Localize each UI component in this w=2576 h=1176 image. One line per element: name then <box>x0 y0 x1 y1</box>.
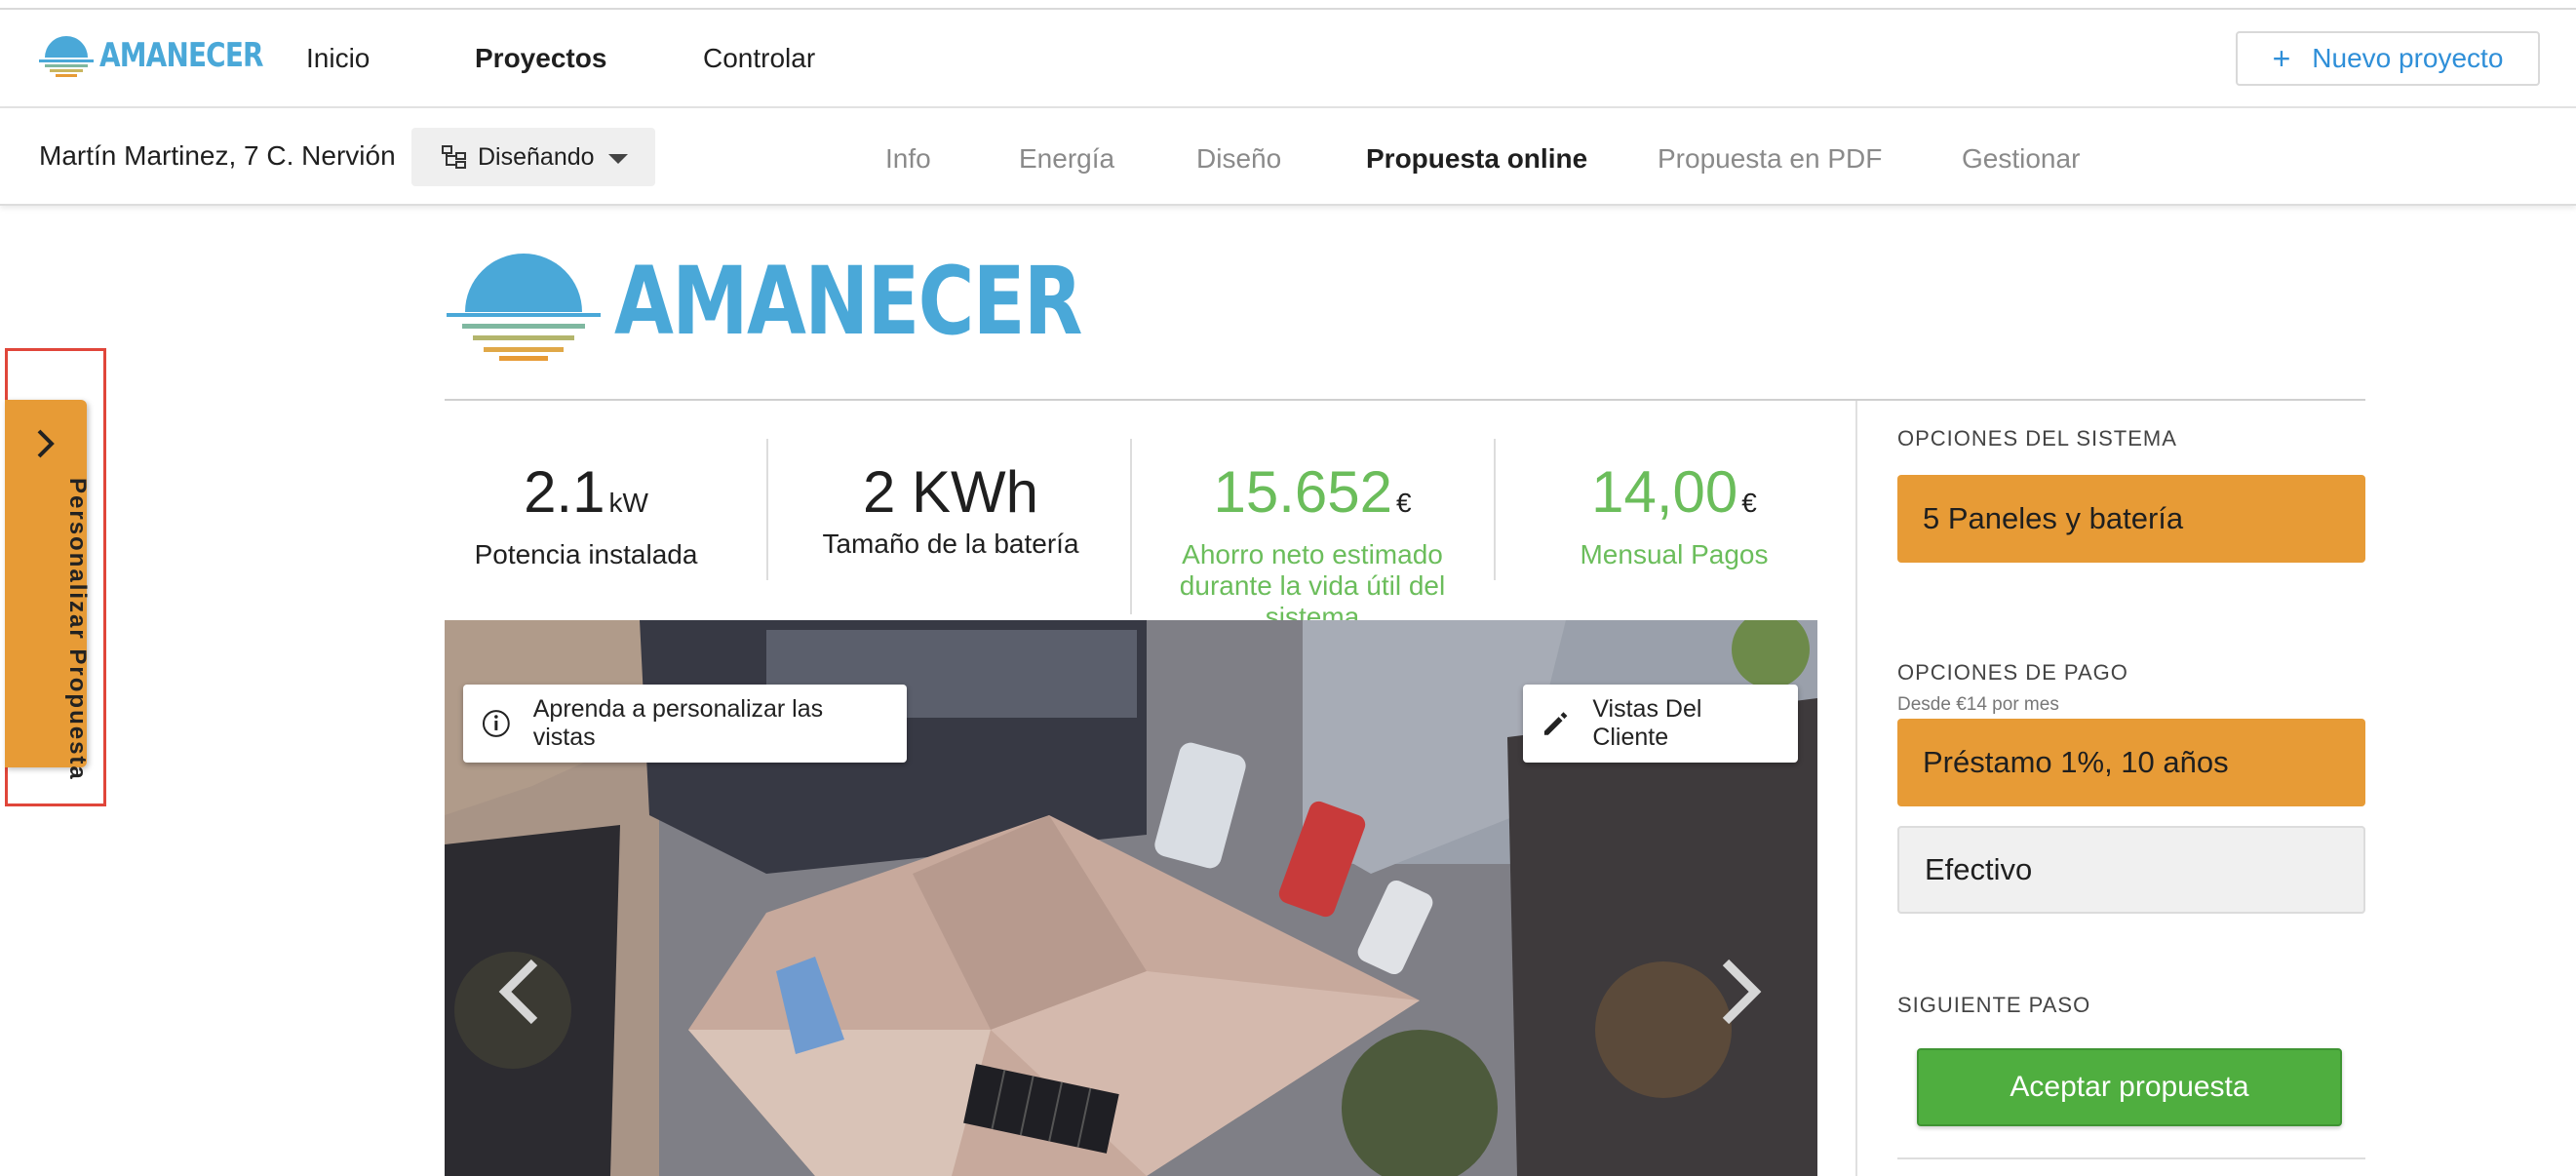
learn-views-label: Aprenda a personalizar las vistas <box>532 695 824 751</box>
payment-option-loan[interactable]: Préstamo 1%, 10 años <box>1897 719 2365 806</box>
sunrise-logo-icon <box>39 36 94 77</box>
divider <box>1897 1157 2365 1159</box>
hierarchy-icon <box>442 145 466 169</box>
stat-value: 15.652 € <box>1213 459 1412 525</box>
customize-proposal-label: Personalizar Propuesta <box>64 478 91 781</box>
payment-option-cash[interactable]: Efectivo <box>1897 826 2365 914</box>
client-views-button[interactable]: Vistas Del Cliente <box>1523 685 1798 763</box>
project-bar: Martín Martinez, 7 C. Nervión Diseñando … <box>0 108 2576 206</box>
stat-installed-power: 2.1 kW Potencia instalada <box>445 458 727 570</box>
tab-info[interactable]: Info <box>885 143 931 175</box>
brand-logo[interactable]: AMANECER <box>39 33 299 78</box>
tab-diseno[interactable]: Diseño <box>1196 143 1281 175</box>
plus-icon: + <box>2272 40 2291 76</box>
proposal-brand-logo: AMANECER <box>447 242 1184 361</box>
payment-options-subtitle: Desde €14 por mes <box>1897 694 2059 715</box>
new-project-button[interactable]: + Nuevo proyecto <box>2236 31 2540 86</box>
divider <box>445 399 2365 401</box>
pencil-icon <box>1543 712 1568 735</box>
stat-label: Ahorro neto estimado durante la vida úti… <box>1179 539 1446 632</box>
next-arrow-icon[interactable] <box>1718 957 1765 1027</box>
info-icon <box>482 710 510 737</box>
project-address: Martín Martinez, 7 C. Nervión <box>39 140 396 171</box>
brand-name: AMANECER <box>99 36 264 75</box>
tab-gestionar[interactable]: Gestionar <box>1962 143 2080 175</box>
stat-label: Potencia instalada <box>474 539 698 569</box>
previous-arrow-icon[interactable] <box>495 957 542 1027</box>
accept-proposal-button[interactable]: Aceptar propuesta <box>1917 1048 2342 1126</box>
stat-battery-size: 2 KWh Tamaño de la batería <box>800 458 1102 560</box>
stat-value: 14,00 € <box>1591 459 1757 525</box>
learn-views-button[interactable]: Aprenda a personalizar las vistas <box>463 685 907 763</box>
tab-propuesta-pdf[interactable]: Propuesta en PDF <box>1658 143 1882 175</box>
stat-divider <box>1494 439 1496 580</box>
caret-down-icon <box>608 154 628 164</box>
sunrise-logo-icon <box>447 254 601 361</box>
tab-propuesta-online[interactable]: Propuesta online <box>1366 143 1587 175</box>
stat-divider <box>1130 439 1132 614</box>
nav-controlar[interactable]: Controlar <box>703 43 815 74</box>
customize-proposal-tab[interactable]: Personalizar Propuesta <box>5 400 91 781</box>
aerial-roof-view[interactable]: Aprenda a personalizar las vistas Vistas… <box>445 620 1817 1176</box>
tab-energia[interactable]: Energía <box>1019 143 1114 175</box>
client-views-label: Vistas Del Cliente <box>1592 695 1702 751</box>
next-step-title: SIGUIENTE PASO <box>1897 993 2091 1017</box>
nav-proyectos[interactable]: Proyectos <box>475 43 606 74</box>
stat-value: 2 KWh <box>862 459 1039 525</box>
stat-monthly-payment: 14,00 € Mensual Pagos <box>1523 458 1825 570</box>
new-project-label: Nuevo proyecto <box>2312 43 2504 73</box>
status-label: Diseñando <box>478 142 595 171</box>
system-option-selected[interactable]: 5 Paneles y batería <box>1897 475 2365 563</box>
panel-divider <box>1855 401 1857 1176</box>
nav-inicio[interactable]: Inicio <box>306 43 370 74</box>
stat-label: Mensual Pagos <box>1580 539 1769 569</box>
stat-label: Tamaño de la batería <box>822 529 1079 559</box>
stat-divider <box>766 439 768 580</box>
payment-options-title: OPCIONES DE PAGO <box>1897 660 2128 685</box>
stat-net-savings: 15.652 € Ahorro neto estimado durante la … <box>1160 458 1464 633</box>
system-options-title: OPCIONES DEL SISTEMA <box>1897 426 2177 451</box>
stat-value: 2.1 kW <box>524 459 648 525</box>
proposal-brand-name: AMANECER <box>614 247 1083 356</box>
chevron-right-icon <box>37 429 55 458</box>
top-navigation-bar: AMANECER Inicio Proyectos Controlar + Nu… <box>0 10 2576 108</box>
status-dropdown[interactable]: Diseñando <box>411 128 655 186</box>
